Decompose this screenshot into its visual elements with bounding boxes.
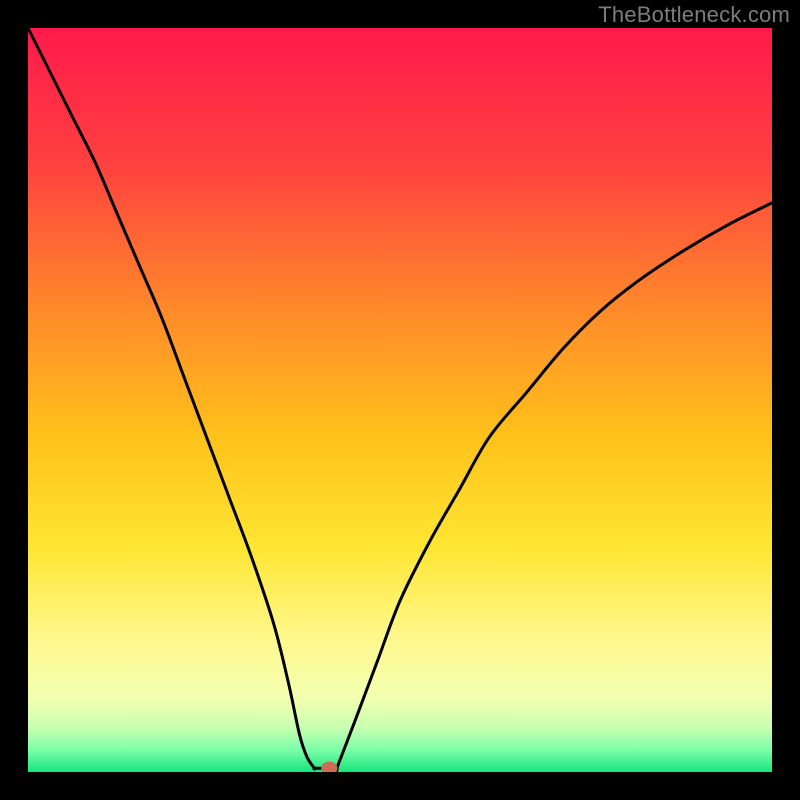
gradient-background	[28, 28, 772, 772]
watermark-text: TheBottleneck.com	[598, 2, 790, 28]
plot-area	[28, 28, 772, 772]
chart-svg	[28, 28, 772, 772]
outer-frame: TheBottleneck.com	[0, 0, 800, 800]
